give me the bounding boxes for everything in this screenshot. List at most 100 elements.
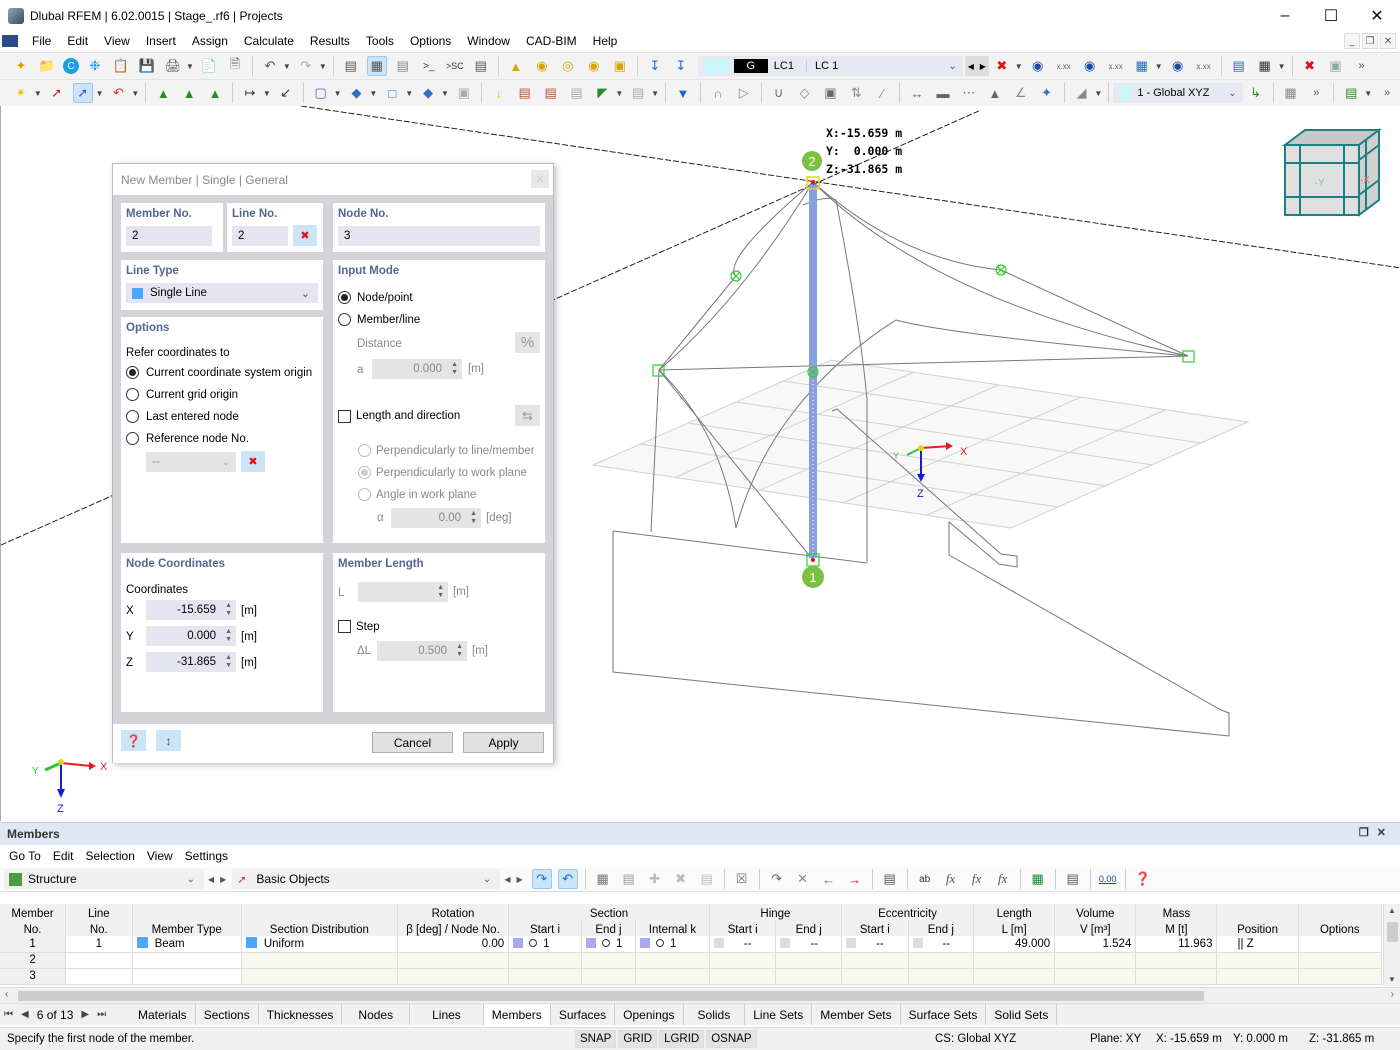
cell-line-no[interactable]: 1 [65, 936, 133, 953]
reverse-direction-button[interactable]: ⇆ [515, 405, 540, 426]
split-icon[interactable]: ▤ [697, 869, 717, 889]
cell-volume[interactable] [1054, 968, 1137, 985]
cell-section-end[interactable] [581, 952, 637, 969]
scroll-up-icon[interactable]: ▲ [1388, 906, 1396, 915]
support-view-icon[interactable]: ▲ [985, 83, 1005, 103]
tab-openings[interactable]: Openings [615, 1004, 684, 1025]
tab-solids[interactable]: Solids [683, 1004, 746, 1025]
webservice-icon[interactable]: ❉ [85, 56, 105, 76]
guide-line-icon[interactable]: ↙ [276, 83, 296, 103]
next-button[interactable]: ▶ [220, 875, 226, 884]
print-icon[interactable]: 🖨 [163, 56, 183, 76]
dialog-close-button[interactable]: ✕ [531, 170, 549, 188]
view-manager-icon[interactable]: ▤ [1341, 83, 1361, 103]
add-row-icon[interactable]: ✚ [645, 869, 665, 889]
tab-members[interactable]: Members [483, 1004, 551, 1025]
z-coordinate-input[interactable]: -31.865 ▲ ▼ [146, 652, 236, 672]
open-folder-icon[interactable]: 📁 [37, 56, 57, 76]
previous-tab-button[interactable]: ◀ [21, 1009, 29, 1020]
cell-section-internal[interactable] [635, 968, 710, 985]
more-icon[interactable]: » [1352, 56, 1372, 76]
col-mass-sub[interactable]: M [t] [1135, 920, 1218, 936]
cell-section-internal[interactable]: 1 [635, 936, 710, 953]
first-tab-button[interactable]: ⏮ [4, 1009, 13, 1020]
mdi-close-button[interactable]: ✕ [1380, 33, 1396, 49]
cell-hinge-end[interactable] [775, 968, 842, 985]
script-icon[interactable]: >SC [445, 56, 465, 76]
pick-line-button[interactable]: ✖ [293, 225, 317, 246]
table-icon[interactable]: ▦ [593, 869, 613, 889]
next-tab-button[interactable]: ▶ [81, 1009, 89, 1020]
tab-nodes[interactable]: Nodes [342, 1004, 411, 1025]
panel-float-button[interactable]: ❐ [1359, 827, 1377, 839]
distance-a-input[interactable]: 0.000 ▲ ▼ [372, 359, 462, 379]
tab-solid-sets[interactable]: Solid Sets [986, 1004, 1058, 1025]
export-icon[interactable]: → [845, 869, 865, 889]
col-section-internal[interactable]: Internal k [635, 920, 710, 936]
tab-surface-sets[interactable]: Surface Sets [900, 1004, 987, 1025]
tab-member-sets[interactable]: Member Sets [812, 1004, 901, 1025]
tab-sections[interactable]: Sections [195, 1004, 259, 1025]
panel-menu-selection[interactable]: Selection [80, 849, 141, 863]
cell-section-internal[interactable] [635, 952, 710, 969]
new-polyline-icon[interactable]: ↶ [109, 83, 129, 103]
new-model-icon[interactable]: ✦ [11, 56, 31, 76]
dialog-layout-button[interactable]: ↕ [156, 730, 181, 751]
new-support-icon[interactable]: ▲ [153, 83, 173, 103]
select-region-icon[interactable]: ◉ [584, 56, 604, 76]
tab-thicknesses[interactable]: Thicknesses [258, 1004, 343, 1025]
col-line-no-sub[interactable]: No. [65, 920, 133, 936]
new-opening-icon[interactable]: □ [382, 83, 402, 103]
cell-rotation[interactable]: 0.00 [397, 936, 510, 953]
cell-rotation[interactable] [397, 952, 510, 969]
col-volume-sub[interactable]: V [m³] [1054, 920, 1137, 936]
panel-menu-settings[interactable]: Settings [179, 849, 234, 863]
col-volume[interactable]: Volume [1054, 904, 1137, 920]
col-member-type[interactable]: Member Type [132, 920, 242, 936]
cell-section-distribution[interactable] [241, 952, 398, 969]
x-coordinate-input[interactable]: -15.659 ▲ ▼ [146, 600, 236, 620]
cell-options[interactable] [1298, 952, 1383, 969]
radio-current-grid-origin[interactable] [126, 388, 139, 401]
cell-length[interactable] [973, 968, 1056, 985]
cell-ecc-end[interactable]: -- [908, 936, 975, 953]
alpha-input[interactable]: 0.00 ▲ ▼ [391, 508, 481, 528]
load-new-icon[interactable]: ↧ [671, 56, 691, 76]
cell-hinge-start[interactable] [709, 952, 777, 969]
user-cs-icon[interactable]: ↳ [1246, 83, 1266, 103]
spinner-icon[interactable]: ▲ ▼ [451, 361, 458, 377]
load-case-select[interactable]: G LC1 LC 1 ⌄ [697, 56, 963, 76]
apply-button[interactable]: Apply [463, 732, 544, 753]
grid-icon[interactable]: ▦ [1281, 83, 1301, 103]
maximize-button[interactable]: ☐ [1308, 0, 1354, 31]
model-info-icon[interactable]: 📋 [111, 56, 131, 76]
load-icon[interactable]: ↧ [645, 56, 665, 76]
undo-icon[interactable]: ↶ [260, 56, 280, 76]
status-coordinate-system[interactable]: CS: Global XYZ [935, 1033, 1016, 1045]
nodal-load-icon[interactable]: ↓ [489, 83, 509, 103]
scrollbar-thumb[interactable] [1387, 922, 1398, 942]
col-section-distribution[interactable]: Section Distribution [241, 920, 398, 936]
cell-member-no[interactable]: 2 [0, 952, 67, 969]
table-row[interactable]: 2 [0, 952, 1383, 969]
cell-ecc-start[interactable] [841, 952, 909, 969]
grid-toggle[interactable]: GRID [618, 1030, 658, 1048]
view-box-icon[interactable]: ▣ [1326, 56, 1346, 76]
cell-line-no[interactable] [65, 952, 133, 969]
polygon-select-icon[interactable]: ▲ [506, 56, 526, 76]
rename-icon[interactable]: ab [915, 869, 935, 889]
support-reactions-icon[interactable]: ◉ [1080, 56, 1100, 76]
col-section[interactable]: Section [508, 904, 710, 920]
col-hinge[interactable]: Hinge [709, 904, 842, 920]
percent-toggle-button[interactable]: % [515, 332, 540, 353]
reference-node-select[interactable]: -- ⌄ [146, 452, 236, 472]
cell-position[interactable] [1216, 968, 1299, 985]
col-member-no-sub[interactable]: No. [0, 920, 67, 936]
cell-section-distribution[interactable] [241, 968, 398, 985]
select-node-icon[interactable]: ◉ [532, 56, 552, 76]
last-tab-button[interactable]: ⏭ [97, 1009, 106, 1020]
spinner-icon[interactable]: ▲ ▼ [225, 602, 232, 618]
col-mass[interactable]: Mass [1135, 904, 1218, 920]
cell-member-type[interactable] [132, 952, 242, 969]
menu-tools[interactable]: Tools [358, 34, 402, 48]
